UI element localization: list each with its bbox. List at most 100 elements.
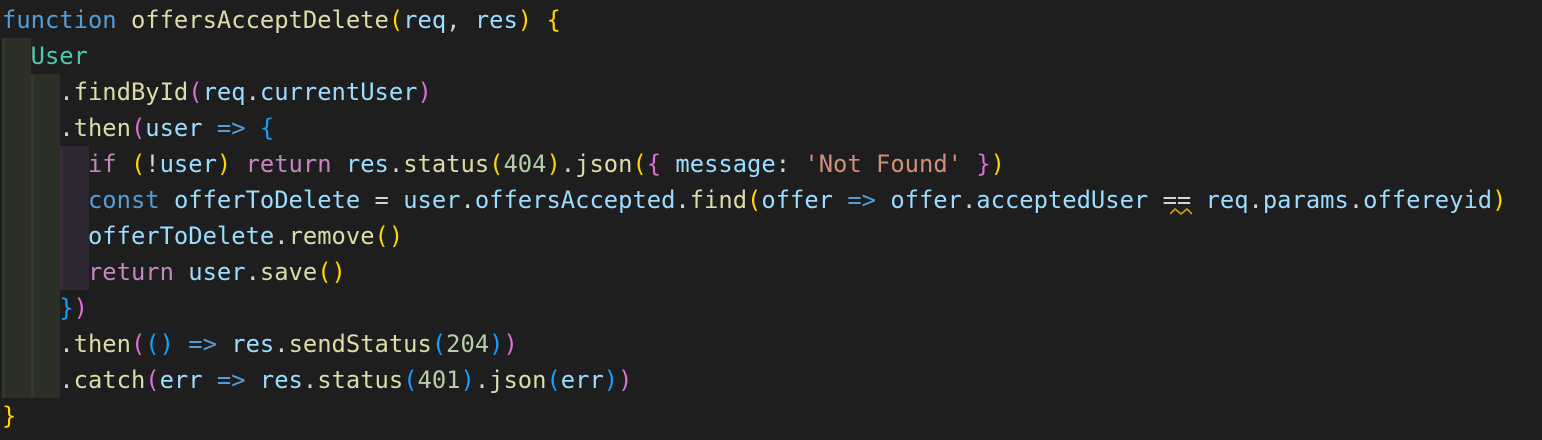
property: currentUser [259, 78, 418, 106]
keyword: return [245, 150, 332, 178]
param: res [474, 6, 518, 34]
variable: req [1205, 186, 1249, 214]
class-name: User [30, 42, 88, 70]
string: 'Not Found' [804, 150, 962, 178]
variable: res [231, 330, 275, 358]
bracket: ) [503, 330, 518, 358]
bracket: ( [388, 6, 404, 34]
bracket: ( [747, 186, 762, 214]
variable: user [188, 258, 246, 286]
variable: user [159, 150, 217, 178]
punct: . [245, 258, 260, 286]
bracket: ( [431, 330, 447, 358]
keyword: const [87, 186, 160, 214]
method: findById [73, 78, 189, 106]
bracket: ) [73, 294, 88, 322]
code-line-4[interactable]: .then(user => { [2, 110, 274, 146]
variable: user [403, 186, 461, 214]
bracket: ) [618, 366, 633, 394]
code-line-11[interactable]: .catch(err => res.status(401).json(err)) [2, 362, 632, 398]
bracket: () [317, 258, 346, 286]
bracket: { [646, 150, 662, 178]
variable: req [202, 78, 246, 106]
number: 404 [503, 150, 547, 178]
bracket: { [546, 6, 561, 34]
code-line-8[interactable]: return user.save() [2, 254, 346, 290]
punct: : [775, 150, 791, 178]
method: then [73, 330, 131, 358]
keyword: if [87, 150, 117, 178]
bracket: ) [603, 366, 619, 394]
code-line-6[interactable]: const offerToDelete = user.offersAccepte… [2, 182, 1506, 218]
keyword: return [87, 258, 174, 286]
property: params [1262, 186, 1349, 214]
bracket: ( [145, 366, 160, 394]
number: 401 [417, 366, 461, 394]
method: status [317, 366, 404, 394]
punct: , [446, 6, 475, 34]
bracket: ( [130, 114, 146, 142]
variable: offerToDelete [173, 186, 361, 214]
punct: . [388, 150, 404, 178]
punct: . [59, 366, 74, 394]
param: err [159, 366, 203, 394]
variable: offerToDelete [87, 222, 275, 250]
variable: res [345, 150, 389, 178]
bracket: } [59, 294, 74, 322]
method: then [73, 114, 131, 142]
arrow: => [216, 366, 246, 394]
punct: . [274, 330, 289, 358]
punct: . [460, 186, 475, 214]
property: offereyid [1363, 186, 1493, 214]
code-line-9[interactable]: }) [2, 290, 88, 326]
punct: . [59, 330, 74, 358]
bracket: ) [417, 78, 432, 106]
punct: . [474, 366, 490, 394]
punct: . [1248, 186, 1263, 214]
arrow: => [188, 330, 217, 358]
variable: res [259, 366, 303, 394]
code-line-7[interactable]: offerToDelete.remove() [2, 218, 403, 254]
variable: err [560, 366, 604, 394]
bracket: ) [546, 150, 561, 178]
punct: . [961, 186, 977, 214]
method: sendStatus [288, 330, 432, 358]
bracket: ) [460, 366, 475, 394]
punct: . [245, 78, 260, 106]
warning-squiggle-icon[interactable] [1170, 208, 1192, 216]
code-line-3[interactable]: .findById(req.currentUser) [2, 74, 432, 110]
punct: . [560, 150, 576, 178]
number: 204 [446, 330, 490, 358]
operator: ! [145, 150, 160, 178]
code-editor[interactable]: function offersAcceptDelete(req, res) { … [0, 0, 1542, 440]
punct: . [274, 222, 289, 250]
variable: offer [890, 186, 962, 214]
method: remove [288, 222, 375, 250]
code-line-1[interactable]: function offersAcceptDelete(req, res) { [2, 2, 561, 38]
bracket: ) [216, 150, 232, 178]
param: offer [761, 186, 834, 214]
code-line-5[interactable]: if (!user) return res.status(404).json({… [2, 146, 1005, 182]
code-line-10[interactable]: .then(() => res.sendStatus(204)) [2, 326, 518, 362]
bracket: ) [517, 6, 533, 34]
code-line-12[interactable]: } [2, 398, 16, 434]
bracket: ( [546, 366, 561, 394]
property: offersAccepted [474, 186, 676, 214]
bracket: ( [130, 330, 146, 358]
param: req [403, 6, 447, 34]
code-line-2[interactable]: User [2, 38, 88, 74]
punct: . [302, 366, 318, 394]
bracket: ) [1492, 186, 1507, 214]
keyword: function [2, 6, 117, 34]
property: acceptedUser [976, 186, 1149, 214]
punct: . [59, 114, 74, 142]
bracket: } [2, 402, 17, 430]
punct: . [675, 186, 690, 214]
arrow: => [847, 186, 876, 214]
function-name: offersAcceptDelete [130, 6, 389, 34]
bracket: ) [990, 150, 1005, 178]
method: status [403, 150, 490, 178]
punct: . [1348, 186, 1364, 214]
method: json [575, 150, 633, 178]
method: save [259, 258, 318, 286]
